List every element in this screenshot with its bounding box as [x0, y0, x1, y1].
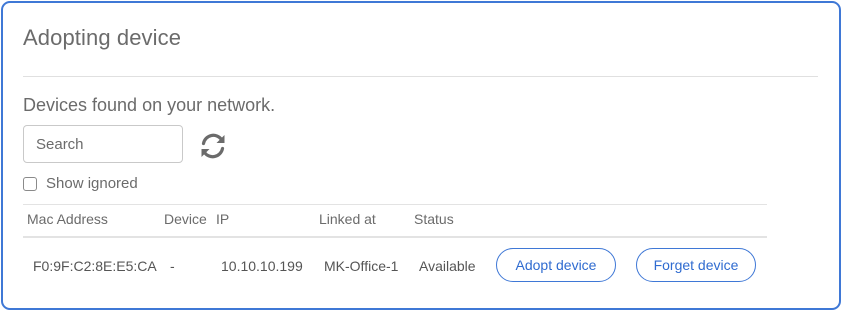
forget-device-button[interactable]: Forget device [636, 248, 756, 282]
search-input[interactable] [23, 125, 183, 163]
column-header-ip: IP [216, 211, 230, 227]
cell-linked-at: MK-Office-1 [324, 258, 399, 274]
table-top-border [23, 204, 767, 205]
adopt-device-button[interactable]: Adopt device [496, 248, 616, 282]
show-ignored-checkbox[interactable] [23, 176, 37, 191]
title-divider [23, 76, 818, 77]
refresh-button[interactable] [197, 130, 229, 162]
cell-ip: 10.10.10.199 [221, 258, 303, 274]
show-ignored-label: Show ignored [46, 175, 138, 192]
column-header-linked-at: Linked at [319, 211, 376, 227]
adopting-device-dialog: Adopting device Devices found on your ne… [1, 1, 841, 310]
column-header-mac-address: Mac Address [27, 211, 108, 227]
cell-mac-address: F0:9F:C2:8E:E5:CA [33, 258, 157, 274]
refresh-icon [201, 133, 225, 159]
dialog-subtitle: Devices found on your network. [23, 95, 276, 115]
column-header-status: Status [414, 211, 454, 227]
cell-device: - [170, 258, 175, 274]
table-header-divider [23, 236, 767, 238]
dialog-title: Adopting device [23, 25, 182, 50]
column-header-device: Device [164, 211, 207, 227]
show-ignored-row[interactable]: Show ignored [23, 175, 138, 192]
cell-status: Available [419, 258, 476, 274]
